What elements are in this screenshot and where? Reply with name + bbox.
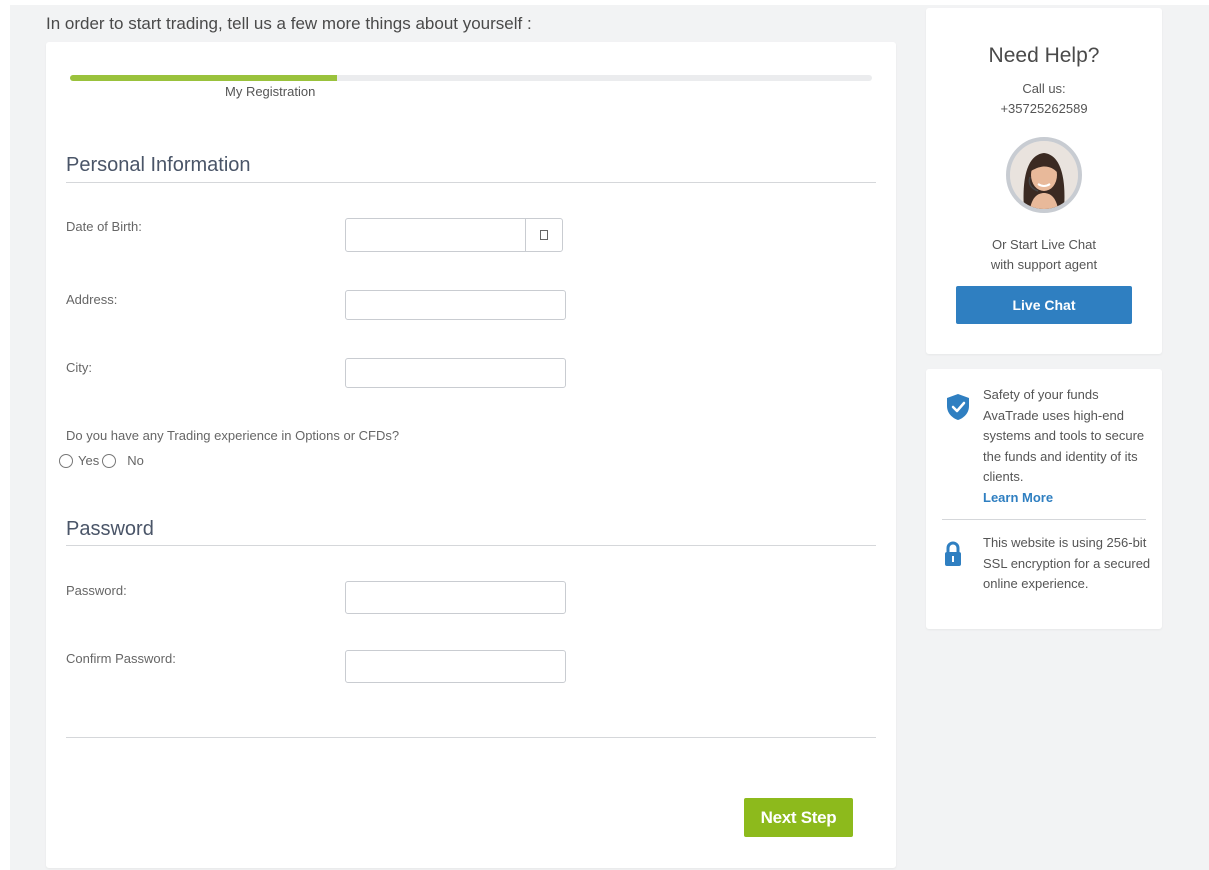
calendar-icon xyxy=(540,230,548,240)
password-divider xyxy=(66,545,876,546)
confirm-password-input[interactable] xyxy=(345,650,566,683)
trading-experience-question: Do you have any Trading experience in Op… xyxy=(66,428,400,443)
live-chat-line2: with support agent xyxy=(990,257,1098,272)
intro-text: In order to start trading, tell us a few… xyxy=(46,14,532,33)
help-panel: Need Help? Call us: +35725262589 Or Star… xyxy=(926,8,1162,354)
password-heading: Password xyxy=(66,518,154,540)
help-title: Need Help? xyxy=(988,44,1100,67)
safety-panel: Safety of your funds AvaTrade uses high-… xyxy=(926,369,1162,629)
support-agent-avatar xyxy=(1006,137,1082,213)
funds-safety-text: Safety of your funds AvaTrade uses high-… xyxy=(983,385,1153,508)
progress-fill xyxy=(70,75,338,81)
dob-label: Date of Birth: xyxy=(66,219,142,234)
safety-divider xyxy=(942,519,1146,520)
no-radio[interactable] xyxy=(102,453,117,468)
yes-radio[interactable] xyxy=(59,453,73,468)
password-label: Password: xyxy=(66,583,127,598)
city-label: City: xyxy=(66,360,92,375)
address-label: Address: xyxy=(66,292,118,307)
progress-bar xyxy=(70,75,872,81)
password-input[interactable] xyxy=(345,581,566,614)
registration-form: My Registration Personal Information Dat… xyxy=(46,42,896,868)
lock-icon xyxy=(945,541,961,566)
personal-info-heading: Personal Information xyxy=(66,154,251,176)
dob-input[interactable] xyxy=(345,218,563,252)
progress-step-label: My Registration xyxy=(225,84,316,99)
no-radio-label[interactable]: No xyxy=(127,453,144,468)
shield-check-icon xyxy=(947,394,969,420)
personal-info-divider xyxy=(66,182,876,183)
calendar-button[interactable] xyxy=(525,219,562,251)
funds-safety-title: Safety of your funds xyxy=(983,387,1099,402)
form-footer-divider xyxy=(66,737,876,738)
yes-radio-label[interactable]: Yes xyxy=(78,453,99,468)
phone-number[interactable]: +35725262589 xyxy=(926,101,1162,116)
call-us-label: Call us: xyxy=(1022,81,1066,96)
confirm-password-label: Confirm Password: xyxy=(66,651,176,666)
live-chat-line1: Or Start Live Chat xyxy=(991,237,1097,252)
live-chat-button[interactable]: Live Chat xyxy=(956,286,1132,324)
ssl-info-text: This website is using 256-bit SSL encryp… xyxy=(983,535,1151,591)
learn-more-link[interactable]: Learn More xyxy=(983,488,1153,509)
live-chat-prompt: Or Start Live Chat with support agent xyxy=(926,235,1162,275)
next-step-button[interactable]: Next Step xyxy=(744,798,853,837)
address-input[interactable] xyxy=(345,290,566,320)
trading-experience-options: Yes No xyxy=(59,453,144,468)
city-input[interactable] xyxy=(345,358,566,388)
funds-safety-body: AvaTrade uses high-end systems and tools… xyxy=(983,407,1145,485)
